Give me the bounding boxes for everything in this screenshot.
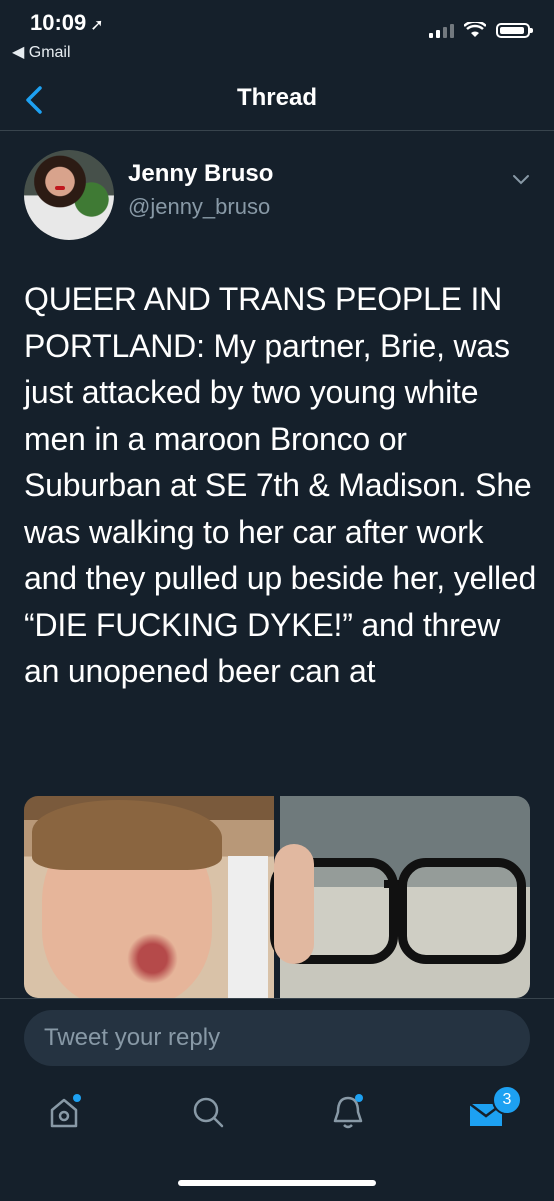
- battery-icon: [496, 22, 533, 38]
- avatar-detail: [55, 186, 65, 190]
- home-indicator[interactable]: [178, 1180, 376, 1186]
- wifi-icon: [464, 22, 486, 37]
- status-icons: [429, 22, 533, 38]
- status-time: 10:09 ➚: [30, 10, 104, 35]
- back-to-gmail-link[interactable]: ◀ Gmail: [12, 42, 71, 62]
- search-icon[interactable]: [188, 1092, 228, 1132]
- home-icon[interactable]: [44, 1092, 84, 1132]
- photo-injured-face[interactable]: [24, 796, 274, 998]
- reply-placeholder: Tweet your reply: [44, 1024, 221, 1051]
- author-name[interactable]: Jenny Bruso: [128, 160, 273, 188]
- location-arrow-icon: ➚: [90, 17, 104, 34]
- page-title: Thread: [236, 84, 317, 111]
- tweet-media[interactable]: [24, 796, 530, 998]
- author-handle[interactable]: @jenny_bruso: [128, 194, 270, 220]
- chevron-down-icon[interactable]: [510, 168, 532, 190]
- signal-icon: [429, 22, 454, 38]
- messages-badge: 3: [492, 1085, 522, 1115]
- avatar[interactable]: [24, 150, 114, 240]
- photo-broken-glasses[interactable]: [270, 796, 530, 998]
- tweet-text: QUEER AND TRANS PEOPLE IN PORTLAND: My p…: [24, 281, 537, 689]
- bell-icon[interactable]: [328, 1092, 368, 1132]
